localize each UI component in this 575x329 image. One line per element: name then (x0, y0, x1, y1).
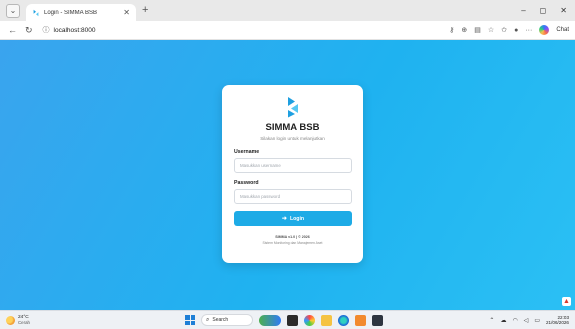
wifi-icon[interactable]: ◠ (512, 317, 517, 324)
tab-actions-menu-icon[interactable]: ⌄ (6, 3, 20, 18)
scroll-up-icon[interactable]: ▲ (562, 297, 571, 306)
browser-tab-login[interactable]: Login - SIMMA BSB ✕ (26, 4, 136, 21)
volume-icon[interactable]: ◁ (524, 317, 529, 324)
login-arrow-icon: ➜ (281, 216, 287, 222)
simma-logo (234, 96, 351, 118)
weather-widget[interactable]: 24°C Cerah (6, 315, 30, 325)
tab-close-icon[interactable]: ✕ (123, 8, 130, 17)
tab-title: Login - SIMMA BSB (44, 9, 98, 16)
new-tab-button[interactable]: + (142, 5, 148, 16)
login-button[interactable]: ➜ Login (234, 211, 352, 226)
cloud-icon[interactable]: ☁ (500, 317, 506, 324)
simma-logo-icon (287, 97, 298, 118)
username-label: Username (234, 149, 260, 155)
windows-start-icon[interactable] (185, 315, 195, 325)
reader-view-icon[interactable]: ▤ (474, 26, 481, 34)
edge-browser-icon[interactable] (338, 314, 349, 326)
login-subtitle: Silakan login untuk melanjutkan (260, 136, 325, 141)
clock-date: 21/06/2026 (546, 320, 569, 325)
version-text: SIMMA v1.0 | © 2026 (275, 235, 310, 239)
colorful-app-icon[interactable] (304, 314, 315, 326)
search-label: Search (212, 317, 229, 323)
login-card: SIMMA BSB Silakan login untuk melanjutka… (222, 85, 363, 263)
widgets-icon[interactable] (259, 314, 281, 326)
system-tray: ⌃ ☁ ◠ ◁ ▭ 22:03 21/06/2026 (489, 315, 569, 325)
app-title: SIMMA BSB (265, 122, 320, 133)
clock[interactable]: 22:03 21/06/2026 (546, 315, 569, 325)
browser-tab-bar: ⌄ Login - SIMMA BSB ✕ + – ◻ ✕ (0, 0, 575, 21)
password-label: Password (234, 180, 259, 186)
url-field[interactable]: ⓘ localhost:8000 (43, 25, 96, 35)
battery-icon[interactable]: ▭ (534, 317, 540, 324)
address-bar-actions: ⚷ ⊕ ▤ ☆ ✩ ● ··· Chat (449, 25, 569, 35)
url-text[interactable]: localhost:8000 (54, 27, 96, 34)
search-icon: ⌕ (206, 316, 210, 323)
task-view-icon[interactable] (287, 314, 298, 326)
simma-favicon-icon (33, 9, 39, 16)
favorite-star-icon[interactable]: ☆ (488, 26, 494, 34)
taskbar-center: ⌕ Search (185, 314, 383, 326)
chat-button[interactable]: Chat (556, 27, 569, 33)
key-icon[interactable]: ⚷ (449, 26, 454, 34)
weather-condition: Cerah (18, 320, 30, 325)
windows-taskbar: 24°C Cerah ⌕ Search ⌃ ☁ ◠ ◁ ▭ 22:03 21/0… (0, 310, 575, 329)
close-window-icon[interactable]: ✕ (560, 6, 567, 15)
address-bar: ← ↻ ⓘ localhost:8000 ⚷ ⊕ ▤ ☆ ✩ ● ··· Cha… (0, 21, 575, 40)
terminal-icon[interactable] (372, 314, 383, 326)
more-options-icon[interactable]: ··· (525, 27, 532, 34)
site-info-icon[interactable]: ⓘ (43, 25, 50, 35)
file-explorer-icon[interactable] (321, 314, 332, 326)
profile-icon[interactable]: ● (514, 27, 518, 34)
chevron-up-icon[interactable]: ⌃ (489, 317, 494, 324)
sun-icon (6, 315, 15, 325)
copilot-icon[interactable] (539, 25, 550, 35)
favorites-collection-icon[interactable]: ✩ (501, 26, 507, 34)
taskbar-search[interactable]: ⌕ Search (201, 314, 253, 326)
maximize-icon[interactable]: ◻ (540, 6, 547, 15)
minimize-icon[interactable]: – (521, 6, 525, 15)
window-controls: – ◻ ✕ (521, 6, 567, 15)
system-description: Sistem Monitoring dan Manajemen Aset (262, 241, 323, 245)
zoom-icon[interactable]: ⊕ (461, 26, 467, 34)
login-button-label: Login (289, 215, 305, 222)
password-input[interactable] (234, 189, 352, 204)
login-page: SIMMA BSB Silakan login untuk melanjutka… (0, 40, 575, 310)
orange-app-icon[interactable] (355, 314, 366, 326)
username-input[interactable] (234, 158, 352, 173)
refresh-icon[interactable]: ↻ (25, 25, 33, 36)
back-arrow-icon[interactable]: ← (8, 25, 17, 35)
